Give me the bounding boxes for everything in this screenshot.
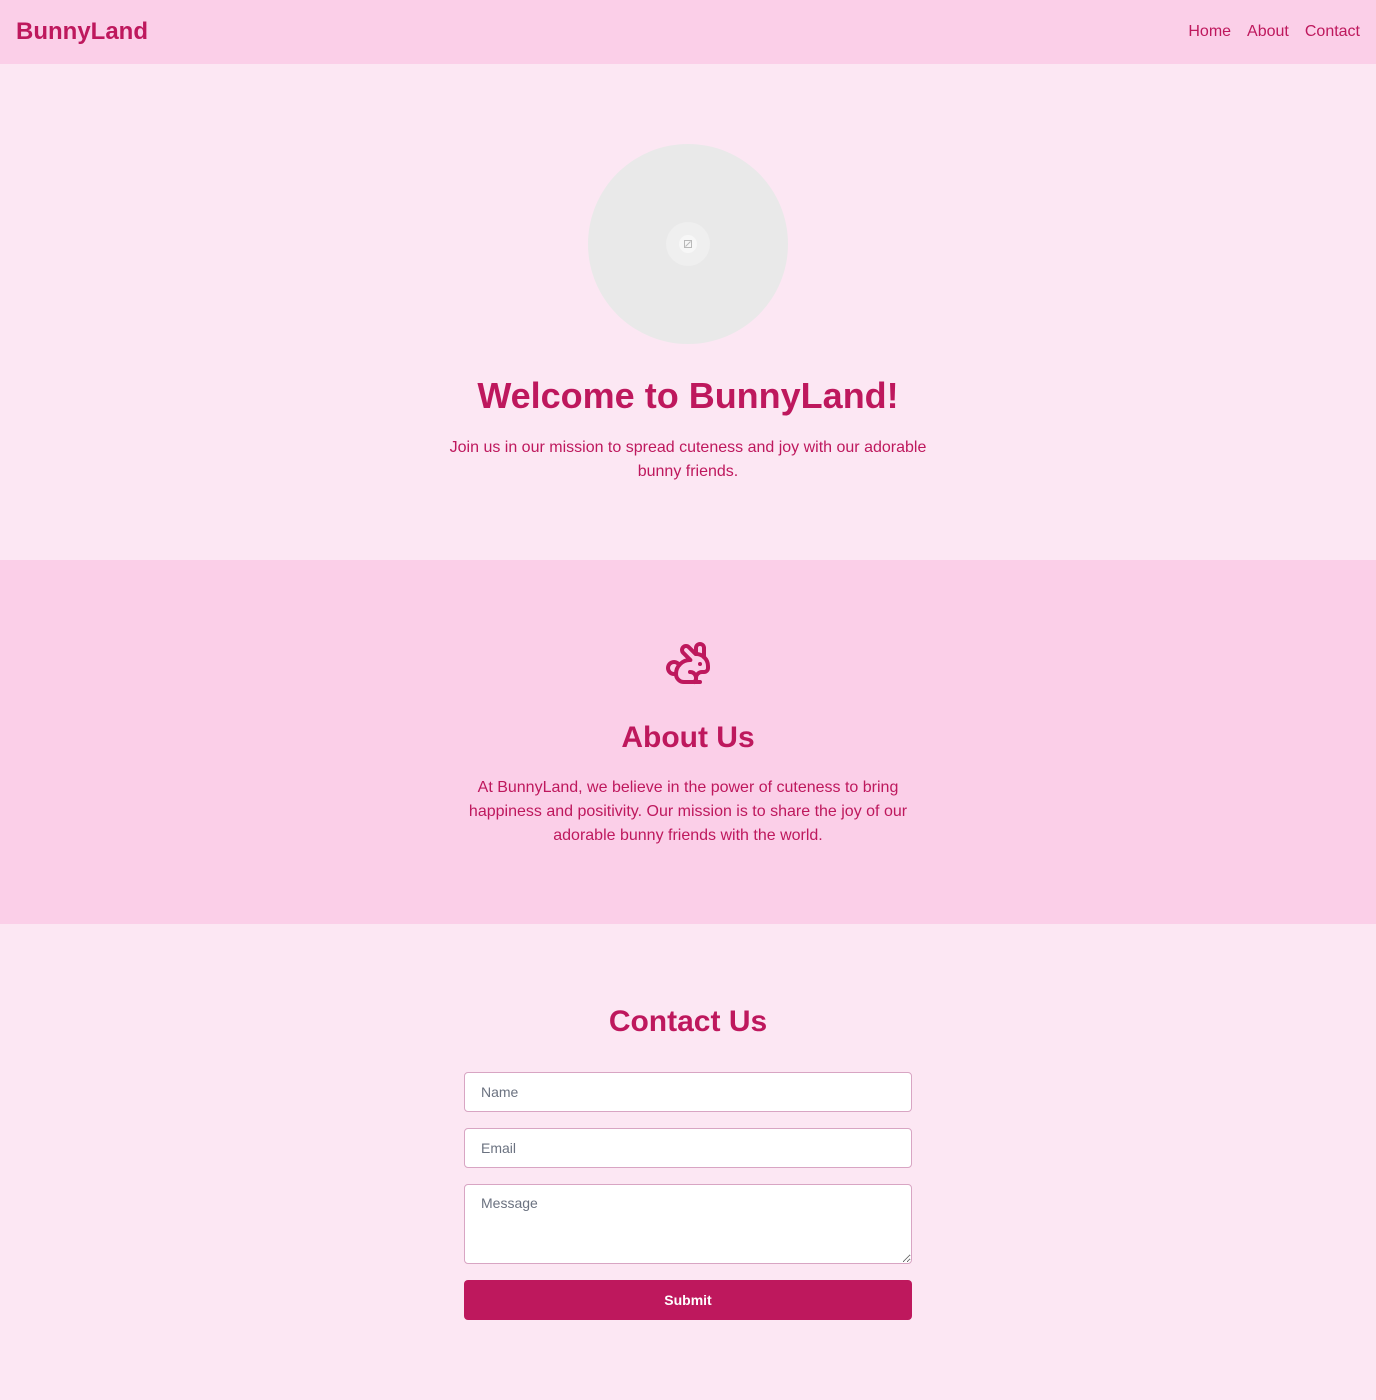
broken-image-icon [666,222,710,266]
nav-about-link[interactable]: About [1247,23,1289,41]
nav-contact-link[interactable]: Contact [1305,23,1360,41]
about-section: About Us At BunnyLand, we believe in the… [0,560,1376,924]
about-title: About Us [621,721,755,754]
message-textarea[interactable] [464,1184,912,1264]
hero-section: Welcome to BunnyLand! Join us in our mis… [0,64,1376,560]
about-text: At BunnyLand, we believe in the power of… [468,779,908,844]
contact-form: Submit [464,1072,912,1320]
submit-button[interactable]: Submit [464,1280,912,1320]
contact-title: Contact Us [608,1005,768,1038]
hero-subtitle: Join us in our mission to spread cutenes… [449,439,927,480]
hero-image-placeholder [588,144,788,344]
nav-home-link[interactable]: Home [1188,23,1231,41]
brand-logo[interactable]: BunnyLand [16,18,148,46]
hero-title: Welcome to BunnyLand! [477,375,899,416]
site-header: BunnyLand Home About Contact [0,0,1376,64]
rabbit-icon [666,642,710,684]
main-nav: Home About Contact [1188,23,1360,41]
contact-section: Contact Us Submit [0,924,1376,1400]
email-input[interactable] [464,1128,912,1168]
name-input[interactable] [464,1072,912,1112]
